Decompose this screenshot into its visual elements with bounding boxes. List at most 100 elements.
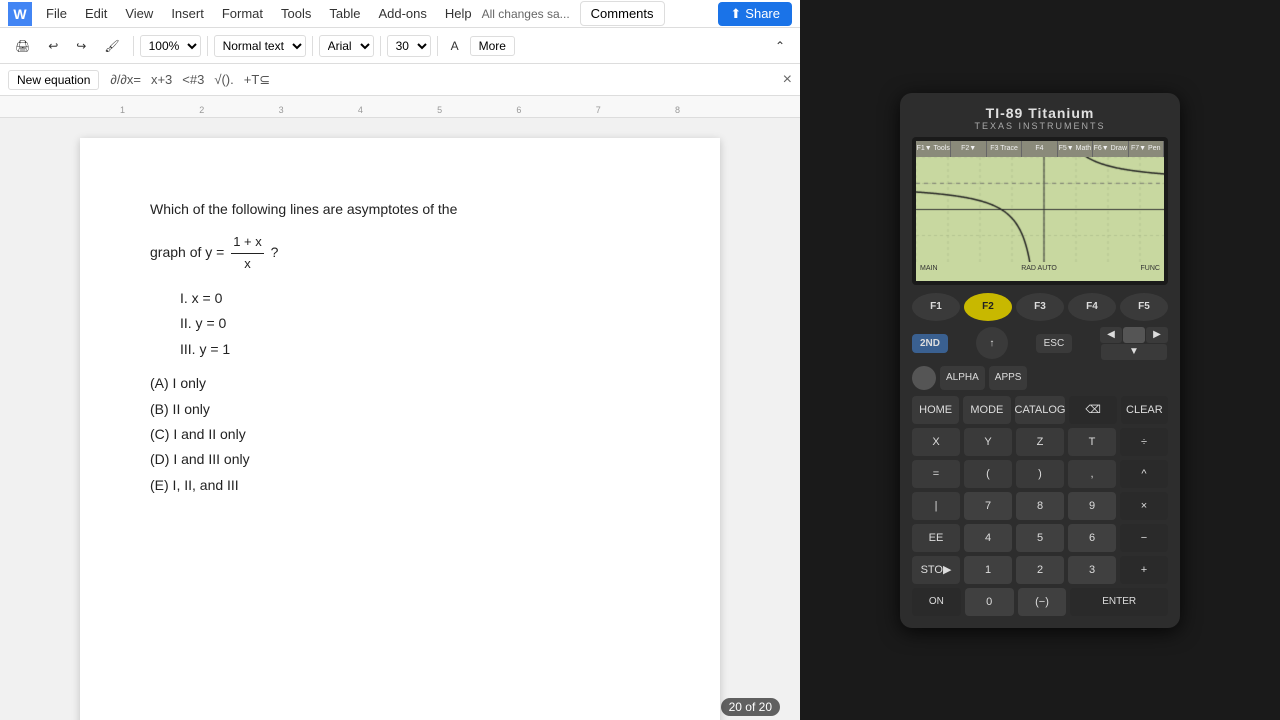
equation-bar-close[interactable]: × [783, 71, 792, 89]
calc-catalog-key[interactable]: CATALOG [1015, 396, 1066, 424]
calc-alpha-key[interactable]: ALPHA [940, 366, 985, 390]
calc-backspace-key[interactable]: ⌫ [1069, 396, 1116, 424]
print-button[interactable]: 🖨 [8, 36, 37, 56]
eq-sym-4[interactable]: √(). [211, 72, 236, 88]
font-select[interactable]: Arial [319, 35, 374, 57]
calc-ee-key[interactable]: EE [912, 524, 960, 552]
calc-screen-f3[interactable]: F3 Trace [987, 141, 1022, 157]
calc-equals-key[interactable]: = [912, 460, 960, 488]
roman-choice-3: III. y = 1 [180, 338, 650, 360]
calc-5-key[interactable]: 5 [1016, 524, 1064, 552]
menu-view[interactable]: View [117, 4, 161, 23]
calc-on-key[interactable]: ON [912, 588, 961, 616]
calc-4-key[interactable]: 4 [964, 524, 1012, 552]
calc-screen-f7[interactable]: F7▼ Pen [1129, 141, 1164, 157]
calc-negate-key[interactable]: (−) [1018, 588, 1067, 616]
calc-divide-key[interactable]: ÷ [1120, 428, 1168, 456]
calc-multiply-key[interactable]: × [1120, 492, 1168, 520]
undo-button[interactable]: ↩ [41, 36, 65, 56]
calc-f5-key[interactable]: F5 [1120, 293, 1168, 321]
eq-sym-3[interactable]: <#3 [179, 72, 207, 88]
paint-format-button[interactable]: 🖌 [97, 36, 126, 56]
calc-z-key[interactable]: Z [1016, 428, 1064, 456]
calc-9-key[interactable]: 9 [1068, 492, 1116, 520]
calc-subtract-key[interactable]: − [1120, 524, 1168, 552]
calc-right-key[interactable]: ▶ [1146, 327, 1168, 343]
calc-row-5: EE 4 5 6 − [912, 524, 1168, 552]
calc-comma-key[interactable]: , [1068, 460, 1116, 488]
calc-row-7: ON 0 (−) ENTER [912, 588, 1168, 616]
calc-t-key[interactable]: T [1068, 428, 1116, 456]
calc-enter-key[interactable]: ENTER [1070, 588, 1168, 616]
highlight-button[interactable]: A [444, 36, 466, 56]
calc-1-key[interactable]: 1 [964, 556, 1012, 584]
ruler-mark-5: 5 [437, 105, 442, 115]
eq-sym-1[interactable]: ∂/∂x= [107, 72, 144, 88]
calc-home-key[interactable]: HOME [912, 396, 959, 424]
menu-table[interactable]: Table [321, 4, 368, 23]
menu-help[interactable]: Help [437, 4, 480, 23]
new-equation-button[interactable]: New equation [8, 70, 99, 90]
letter-choice-e: (E) I, II, and III [150, 474, 650, 496]
calc-8-key[interactable]: 8 [1016, 492, 1064, 520]
calc-down-key[interactable]: ▼ [1101, 344, 1167, 360]
menu-insert[interactable]: Insert [163, 4, 212, 23]
share-button[interactable]: ⬆ Share [718, 2, 792, 26]
calc-brand: TI-89 Titanium TEXAS INSTRUMENTS [912, 105, 1168, 131]
letter-choice-a: (A) I only [150, 372, 650, 394]
calc-screen-f1[interactable]: F1▼ Tools [916, 141, 951, 157]
graph-canvas [916, 157, 1164, 262]
calc-diamond-key[interactable] [912, 366, 936, 390]
equation-bar: New equation ∂/∂x= x+3 <#3 √(). +T⊆ × [0, 64, 800, 96]
question-mark: ? [271, 244, 279, 260]
calc-sto-key[interactable]: STO▶ [912, 556, 960, 584]
calc-screen-toolbar: F1▼ Tools F2▼ Zoom F3 Trace F4 ReGraph F… [916, 141, 1164, 157]
calc-lparen-key[interactable]: ( [964, 460, 1012, 488]
calc-f3-key[interactable]: F3 [1016, 293, 1064, 321]
calc-screen-f6[interactable]: F6▼ Draw [1093, 141, 1128, 157]
zoom-select[interactable]: 100% [140, 35, 201, 57]
menu-format[interactable]: Format [214, 4, 271, 23]
redo-button[interactable]: ↪ [69, 36, 93, 56]
menu-addons[interactable]: Add-ons [370, 4, 434, 23]
top-bar: W File Edit View Insert Format Tools Tab… [0, 0, 800, 28]
calc-2-key[interactable]: 2 [1016, 556, 1064, 584]
calc-mode-key[interactable]: MODE [963, 396, 1010, 424]
document-container: Which of the following lines are asympto… [0, 118, 800, 720]
calc-esc-key[interactable]: ESC [1036, 334, 1073, 353]
more-button[interactable]: More [470, 36, 515, 56]
calc-f2-key[interactable]: F2 [964, 293, 1012, 321]
calc-2nd-key[interactable]: 2ND [912, 334, 948, 353]
calc-left-key[interactable]: ◀ [1100, 327, 1122, 343]
collapse-toolbar-button[interactable]: ⌃ [768, 36, 792, 56]
calc-f4-key[interactable]: F4 [1068, 293, 1116, 321]
style-select[interactable]: Normal text [214, 35, 306, 57]
calc-3-key[interactable]: 3 [1068, 556, 1116, 584]
calc-0-key[interactable]: 0 [965, 588, 1014, 616]
eq-sym-2[interactable]: x+3 [148, 72, 175, 88]
calc-rparen-key[interactable]: ) [1016, 460, 1064, 488]
font-size-select[interactable]: 30 [387, 35, 431, 57]
calc-row-4: | 7 8 9 × [912, 492, 1168, 520]
calc-6-key[interactable]: 6 [1068, 524, 1116, 552]
calc-pipe-key[interactable]: | [912, 492, 960, 520]
calc-apps-key[interactable]: APPS [989, 366, 1028, 390]
calc-power-key[interactable]: ^ [1120, 460, 1168, 488]
menu-file[interactable]: File [38, 4, 75, 23]
calc-screen-f4[interactable]: F4 ReGraph [1022, 141, 1057, 157]
eq-sym-5[interactable]: +T⊆ [241, 72, 273, 88]
calc-y-key[interactable]: Y [964, 428, 1012, 456]
comments-button[interactable]: Comments [580, 1, 665, 26]
calc-x-key[interactable]: X [912, 428, 960, 456]
calc-add-key[interactable]: + [1120, 556, 1168, 584]
calc-screen-f2[interactable]: F2▼ Zoom [951, 141, 986, 157]
menu-edit[interactable]: Edit [77, 4, 115, 23]
calc-up-key[interactable]: ↑ [976, 327, 1008, 359]
calc-screen-f5[interactable]: F5▼ Math [1058, 141, 1093, 157]
calc-f1-key[interactable]: F1 [912, 293, 960, 321]
calc-7-key[interactable]: 7 [964, 492, 1012, 520]
equation-symbols: ∂/∂x= x+3 <#3 √(). +T⊆ [107, 72, 273, 88]
toolbar-divider-5 [437, 36, 438, 56]
calc-clear-key[interactable]: CLEAR [1121, 396, 1168, 424]
menu-tools[interactable]: Tools [273, 4, 319, 23]
